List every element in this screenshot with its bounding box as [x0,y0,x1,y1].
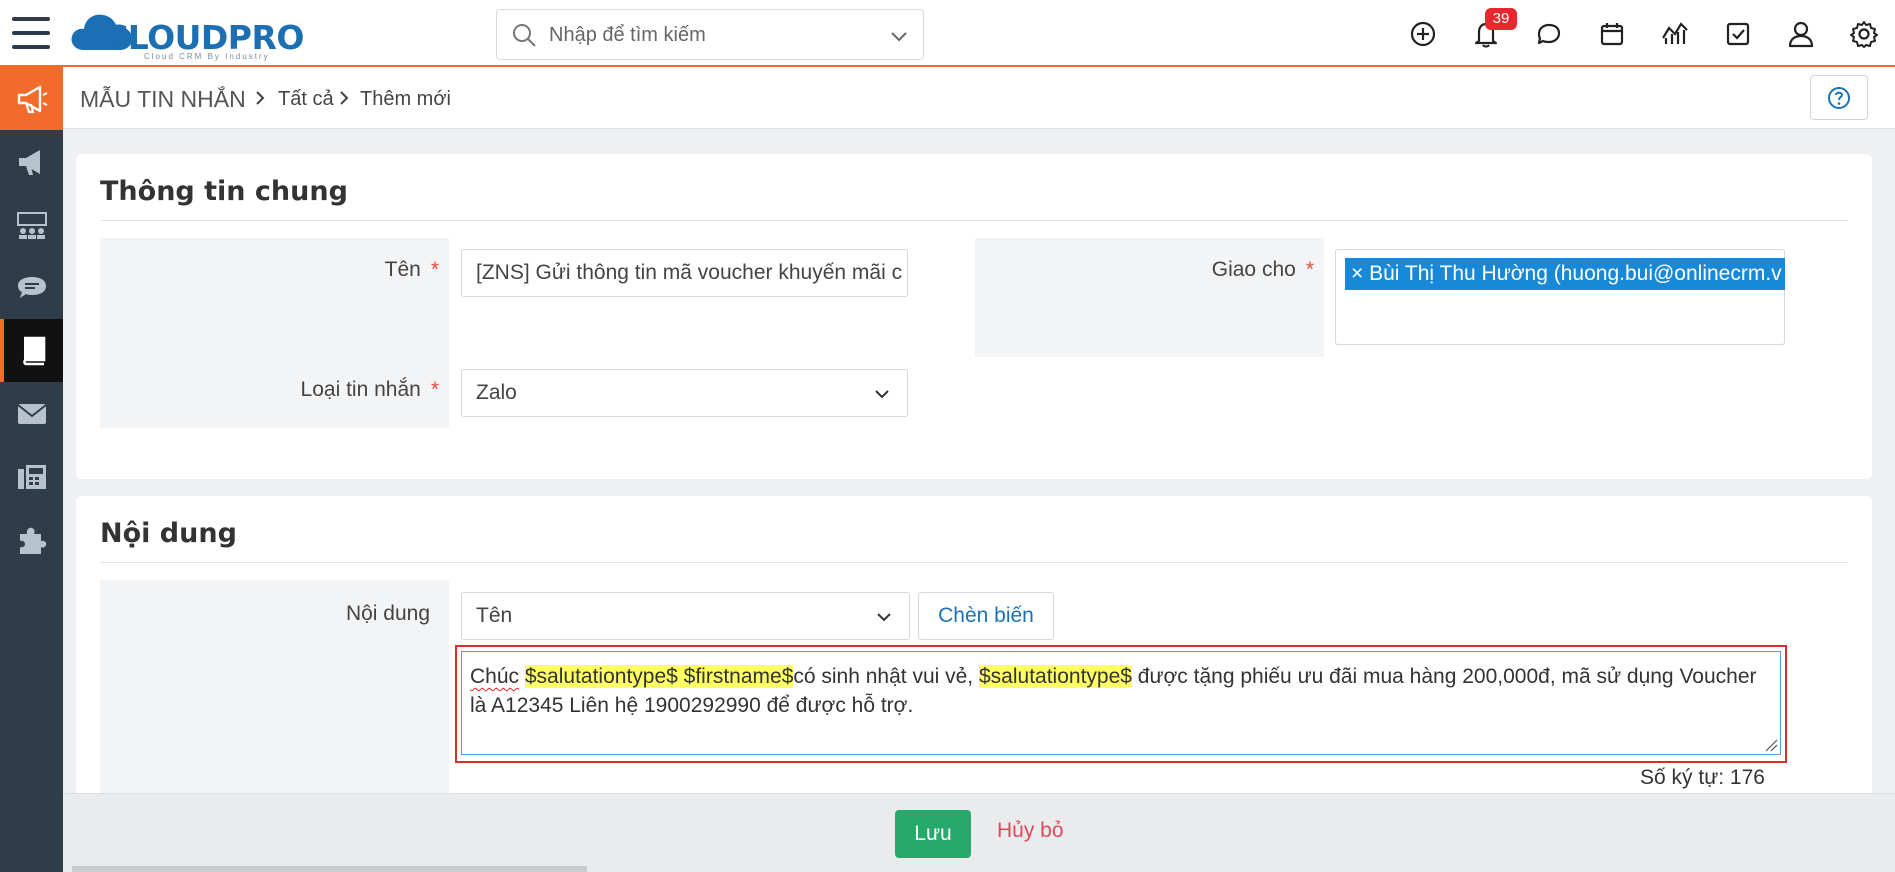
divider [100,220,1848,221]
sidebar-item-customers[interactable] [0,193,63,256]
insert-variable-button[interactable]: Chèn biến [918,592,1054,640]
megaphone-icon [17,85,47,113]
name-input[interactable]: [ZNS] Gửi thông tin mã voucher khuyến mã… [461,249,908,297]
content-text: có sinh nhật vui vẻ, [793,665,974,688]
sidebar-item-campaigns[interactable] [0,130,63,193]
divider [100,562,1848,563]
search-input[interactable] [547,18,867,52]
breadcrumb-item-all[interactable]: Tất cả [278,88,334,111]
add-icon[interactable] [1407,18,1439,50]
group-icon [16,211,47,239]
chevron-right-icon [340,91,349,105]
variable-token: $salutationtype$ [979,665,1132,688]
sidebar [0,67,63,872]
global-search[interactable] [496,9,924,60]
action-footer [63,793,1895,872]
bullhorn-icon [18,149,40,175]
breadcrumb-item-new: Thêm mới [360,88,451,110]
task-check-icon[interactable] [1722,18,1754,50]
message-type-label: Loại tin nhắn * [300,378,439,401]
section-title: Nội dung [100,518,237,549]
puzzle-icon [19,527,46,554]
calendar-icon[interactable] [1596,18,1628,50]
assign-tag[interactable]: × Bùi Thị Thu Hường (huong.bui@onlinecrm… [1345,258,1785,290]
variable-select[interactable]: Tên [461,592,910,640]
name-label: Tên * [384,258,439,281]
chevron-down-icon [875,390,889,399]
report-chart-icon[interactable] [1659,18,1691,50]
sidebar-item-email[interactable] [0,382,63,445]
menu-icon[interactable] [12,17,50,49]
notification-badge: 39 [1485,8,1517,30]
assign-label: Giao cho * [1211,258,1314,281]
char-count: Số ký tự: 176 [1640,766,1765,789]
sidebar-item-templates[interactable] [0,319,63,382]
sidebar-item-messages[interactable] [0,256,63,319]
comment-icon [17,276,46,298]
sidebar-item-fax[interactable] [0,445,63,508]
help-icon [1828,86,1850,109]
book-icon [22,336,45,365]
general-right-panel [975,238,1324,357]
message-type-select[interactable]: Zalo [461,369,908,417]
variable-select-value: Tên [476,604,513,627]
message-type-value: Zalo [476,381,517,404]
save-button[interactable]: Lưu [895,810,971,858]
logo[interactable]: CLOUDPRO Cloud CRM By Industry [70,8,304,61]
breadcrumb: MẪU TIN NHẮN Tất cả Thêm mới [63,67,1895,129]
search-icon [513,24,536,47]
module-title[interactable]: MẪU TIN NHẮN [80,86,246,113]
message-content-textarea[interactable]: Chúc $salutationtype$ $firstname$có sinh… [461,651,1781,755]
sidebar-item-marketing[interactable] [0,67,63,130]
top-bar: CLOUDPRO Cloud CRM By Industry 39 [0,0,1895,67]
chevron-right-icon [256,91,265,105]
horizontal-scrollbar[interactable] [72,866,587,872]
envelope-icon [16,403,47,424]
fax-icon [17,464,46,489]
chevron-down-icon [877,613,891,622]
content-text: Chúc [470,665,520,688]
logo-subtitle: Cloud CRM By Industry [144,52,270,61]
section-title: Thông tin chung [100,176,348,207]
help-button[interactable] [1810,75,1868,120]
chat-icon[interactable] [1533,18,1565,50]
sidebar-item-plugins[interactable] [0,508,63,571]
resize-handle-icon[interactable] [1764,738,1778,752]
content-label: Nội dung [345,602,430,625]
user-icon[interactable] [1785,18,1817,50]
cancel-button[interactable]: Hủy bỏ [997,819,1064,843]
variable-token: $salutationtype$ $firstname$ [524,665,794,688]
gear-icon[interactable] [1848,18,1880,50]
chevron-down-icon[interactable] [889,26,909,46]
